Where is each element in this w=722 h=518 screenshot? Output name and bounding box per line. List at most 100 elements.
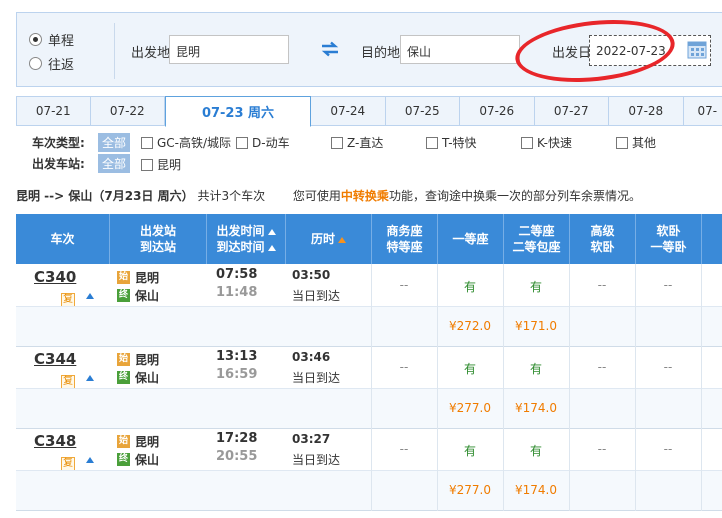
tab-date[interactable]: 07-22 bbox=[90, 96, 165, 126]
station-name: 保山 bbox=[135, 371, 160, 385]
price-row: ¥272.0 ¥171.0 bbox=[16, 306, 722, 347]
second-class-seat[interactable]: 有 bbox=[503, 442, 569, 459]
start-station-icon: 始 bbox=[117, 353, 130, 366]
first-class-seat[interactable]: 有 bbox=[437, 442, 503, 459]
station-name: 昆明 bbox=[135, 435, 160, 449]
depart-station-label: 出发车站: bbox=[32, 157, 85, 171]
header-text: 高级 bbox=[590, 224, 615, 238]
one-way-option[interactable]: 单程 bbox=[29, 30, 74, 49]
col-duration[interactable]: 历时 bbox=[285, 214, 371, 264]
column-divider bbox=[569, 428, 570, 511]
train-main-row: C348 复 始昆明 终保山 17:28 20:55 03:27 当日到达 --… bbox=[16, 428, 722, 471]
column-divider bbox=[503, 346, 504, 429]
expand-up-icon[interactable] bbox=[86, 457, 94, 463]
tab-date[interactable]: 07-26 bbox=[460, 96, 535, 126]
train-number-link[interactable]: C344 bbox=[34, 350, 76, 368]
filter-option-d[interactable]: D-动车 bbox=[236, 134, 290, 151]
arrive-day: 当日到达 bbox=[292, 453, 341, 467]
tip-prefix: 您可使用 bbox=[292, 189, 341, 203]
column-divider bbox=[569, 264, 570, 347]
tab-date[interactable]: 07- bbox=[683, 96, 722, 126]
filter-option-gc[interactable]: GC-高铁/城际 bbox=[141, 134, 231, 151]
depart-station-filter: 出发车站: 全部 bbox=[32, 154, 136, 173]
col-train-no: 车次 bbox=[16, 214, 109, 264]
one-way-radio[interactable] bbox=[29, 33, 42, 46]
depart-station-all-button[interactable]: 全部 bbox=[98, 154, 131, 173]
checkbox[interactable] bbox=[331, 136, 343, 149]
column-divider bbox=[371, 428, 372, 511]
column-divider bbox=[503, 264, 504, 347]
premium-soft-seat: -- bbox=[597, 442, 607, 456]
first-class-seat[interactable]: 有 bbox=[437, 278, 503, 295]
first-class-seat[interactable]: 有 bbox=[437, 360, 503, 377]
route-text: 昆明 --> 保山（7月23日 周六） bbox=[16, 189, 194, 203]
transfer-link[interactable]: 中转换乘 bbox=[341, 189, 389, 203]
calendar-icon[interactable] bbox=[687, 39, 707, 59]
date-tabs: 07-21 07-22 07-23 周六 07-24 07-25 07-26 0… bbox=[16, 96, 722, 127]
business-seat: -- bbox=[399, 442, 409, 456]
tab-date[interactable]: 07-27 bbox=[534, 96, 609, 126]
filter-option-k[interactable]: K-快速 bbox=[521, 134, 572, 151]
expand-up-icon[interactable] bbox=[86, 293, 94, 299]
train-type-all-button[interactable]: 全部 bbox=[98, 133, 131, 152]
col-first: 一等座 bbox=[437, 214, 503, 264]
checkbox[interactable] bbox=[236, 136, 248, 149]
col-time[interactable]: 出发时间 到达时间 bbox=[206, 214, 285, 264]
to-input[interactable]: 保山 bbox=[400, 35, 520, 64]
arrive-station: 终保山 bbox=[117, 451, 159, 468]
sort-up-icon[interactable] bbox=[267, 244, 276, 251]
table-row: C348 复 始昆明 终保山 17:28 20:55 03:27 当日到达 --… bbox=[16, 428, 722, 511]
from-label: 出发地 bbox=[131, 46, 171, 61]
filter-station-kunming[interactable]: 昆明 bbox=[141, 156, 181, 173]
reissue-badge[interactable]: 复 bbox=[61, 457, 75, 471]
train-number-link[interactable]: C348 bbox=[34, 432, 76, 450]
depart-station: 始昆明 bbox=[117, 269, 159, 286]
tab-date[interactable]: 07-28 bbox=[609, 96, 684, 126]
checkbox[interactable] bbox=[521, 136, 533, 149]
tab-date[interactable]: 07-25 bbox=[385, 96, 460, 126]
round-trip-option[interactable]: 往返 bbox=[29, 54, 74, 73]
checkbox[interactable] bbox=[616, 136, 628, 149]
filter-option-label: T-特快 bbox=[442, 136, 477, 150]
header-text: 历时 bbox=[310, 232, 335, 246]
arrive-station: 终保山 bbox=[117, 369, 159, 386]
train-number-link[interactable]: C340 bbox=[34, 268, 76, 286]
header-text: 软卧 bbox=[656, 224, 681, 238]
checkbox[interactable] bbox=[426, 136, 438, 149]
second-class-seat[interactable]: 有 bbox=[503, 360, 569, 377]
price-row: ¥277.0 ¥174.0 bbox=[16, 388, 722, 429]
arrive-time: 11:48 bbox=[216, 285, 258, 300]
header-text: 软卧 bbox=[590, 240, 615, 254]
filter-option-label: D-动车 bbox=[252, 136, 290, 150]
sort-up-icon[interactable] bbox=[338, 236, 346, 243]
station-name: 保山 bbox=[135, 453, 160, 467]
col-business: 商务座 特等座 bbox=[371, 214, 437, 264]
arrive-station: 终保山 bbox=[117, 287, 159, 304]
tab-date-active[interactable]: 07-23 周六 bbox=[165, 96, 311, 127]
tab-date[interactable]: 07-21 bbox=[16, 96, 91, 126]
start-station-icon: 始 bbox=[117, 271, 130, 284]
round-trip-radio[interactable] bbox=[29, 57, 42, 70]
expand-up-icon[interactable] bbox=[86, 375, 94, 381]
sort-up-icon[interactable] bbox=[267, 228, 276, 235]
first-class-price: ¥277.0 bbox=[449, 401, 491, 415]
filter-option-other[interactable]: 其他 bbox=[616, 134, 656, 151]
train-type-label: 车次类型: bbox=[32, 136, 85, 150]
reissue-badge[interactable]: 复 bbox=[61, 293, 75, 307]
one-way-label: 单程 bbox=[48, 34, 75, 49]
header-text: 二等包座 bbox=[512, 240, 561, 254]
checkbox[interactable] bbox=[141, 136, 153, 149]
swap-icon[interactable] bbox=[320, 41, 340, 57]
reissue-badge[interactable]: 复 bbox=[61, 375, 75, 389]
from-input[interactable]: 昆明 bbox=[169, 35, 289, 64]
filter-option-z[interactable]: Z-直达 bbox=[331, 134, 383, 151]
soft-sleeper-seat: -- bbox=[663, 278, 673, 292]
filter-option-t[interactable]: T-特快 bbox=[426, 134, 477, 151]
second-class-seat[interactable]: 有 bbox=[503, 278, 569, 295]
duration: 03:50 bbox=[292, 268, 331, 282]
header-text: 商务座 bbox=[386, 224, 423, 238]
checkbox[interactable] bbox=[141, 158, 153, 171]
tab-date[interactable]: 07-24 bbox=[311, 96, 386, 126]
header-text: 出发时间 bbox=[216, 224, 265, 238]
col-soft-sleeper: 软卧 一等卧 bbox=[635, 214, 701, 264]
